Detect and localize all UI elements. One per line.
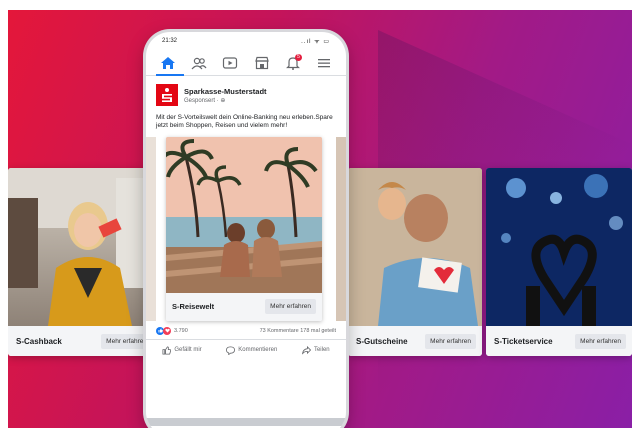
card-label: S-Ticketservice	[494, 336, 553, 346]
gutscheine-image	[348, 168, 482, 326]
marketplace-icon[interactable]	[253, 54, 271, 72]
share-button[interactable]: Teilen	[302, 345, 330, 355]
like-label: Gefällt mir	[174, 347, 202, 354]
mehr-erfahren-button[interactable]: Mehr erfahren	[425, 333, 476, 349]
carousel-prev-peek	[146, 136, 156, 321]
notification-badge: 5	[294, 53, 302, 61]
ticketservice-footer: S-Ticketservice Mehr erfahren	[486, 326, 632, 356]
comment-button[interactable]: Kommentieren	[226, 346, 277, 355]
phone-mockup: 21:32 ..ıl ᯤ ▭ 5 Sparkasse-Musterstadt G…	[146, 32, 346, 428]
cashback-image	[8, 168, 158, 326]
watch-icon[interactable]	[221, 54, 239, 72]
mehr-erfahren-button[interactable]: Mehr erfahren	[101, 333, 152, 349]
ticketservice-image	[486, 168, 632, 326]
next-post-placeholder	[146, 418, 346, 426]
sparkasse-logo[interactable]	[156, 84, 178, 106]
home-icon[interactable]	[159, 54, 177, 72]
carousel-card-ticketservice[interactable]: S-Ticketservice Mehr erfahren	[486, 168, 632, 356]
love-reaction-icon	[163, 326, 171, 335]
reactions-bar: 3.790 73 Kommentare 178 mal geteilt	[146, 323, 346, 339]
active-tab-indicator	[156, 74, 184, 76]
status-time: 21:32	[162, 38, 178, 44]
comments-shares-count[interactable]: 73 Kommentare 178 mal geteilt	[260, 328, 336, 334]
mehr-erfahren-button[interactable]: Mehr erfahren	[575, 333, 626, 349]
page-name[interactable]: Sparkasse-Musterstadt	[184, 87, 267, 96]
reisewelt-footer: S-Reisewelt Mehr erfahren	[166, 292, 322, 321]
gutscheine-footer: S-Gutscheine Mehr erfahren	[348, 326, 482, 356]
carousel-next-peek	[336, 136, 346, 321]
menu-icon[interactable]	[315, 54, 333, 72]
share-icon	[302, 345, 311, 355]
thumbs-up-icon	[162, 346, 172, 355]
background-gradient: S-Cashback Mehr erfahren S-Gutscheine Me…	[8, 10, 632, 428]
post-header: Sparkasse-Musterstadt Gesponsert · ⊕	[146, 76, 346, 110]
status-icons: ..ıl ᯤ ▭	[301, 39, 330, 45]
mehr-erfahren-button[interactable]: Mehr erfahren	[265, 299, 316, 315]
notifications-icon[interactable]: 5	[284, 53, 302, 72]
reaction-summary[interactable]: 3.790	[156, 326, 188, 335]
sponsored-label: Gesponsert · ⊕	[184, 97, 226, 104]
card-label: S-Reisewelt	[172, 302, 215, 312]
carousel-card-reisewelt[interactable]: S-Reisewelt Mehr erfahren	[166, 136, 322, 321]
carousel-card-gutscheine[interactable]: S-Gutscheine Mehr erfahren	[348, 168, 482, 356]
post-text: Mit der S-Vorteilswelt dein Online-Banki…	[156, 114, 333, 130]
carousel-card-cashback[interactable]: S-Cashback Mehr erfahren	[8, 168, 158, 356]
post-carousel[interactable]: S-Reisewelt Mehr erfahren	[146, 136, 346, 323]
cashback-footer: S-Cashback Mehr erfahren	[8, 326, 158, 356]
status-bar: 21:32 ..ıl ᯤ ▭	[146, 32, 346, 50]
like-button[interactable]: Gefällt mir	[162, 346, 202, 355]
card-label: S-Cashback	[16, 336, 62, 346]
reaction-count: 3.790	[174, 327, 188, 334]
card-label: S-Gutscheine	[356, 336, 408, 346]
post-actions: Gefällt mir Kommentieren Teilen	[146, 338, 346, 361]
comment-icon	[226, 346, 236, 355]
facebook-navbar: 5	[146, 50, 346, 76]
comment-label: Kommentieren	[238, 347, 278, 354]
reisewelt-image	[166, 136, 322, 293]
friends-icon[interactable]	[190, 54, 208, 72]
share-label: Teilen	[313, 347, 330, 354]
